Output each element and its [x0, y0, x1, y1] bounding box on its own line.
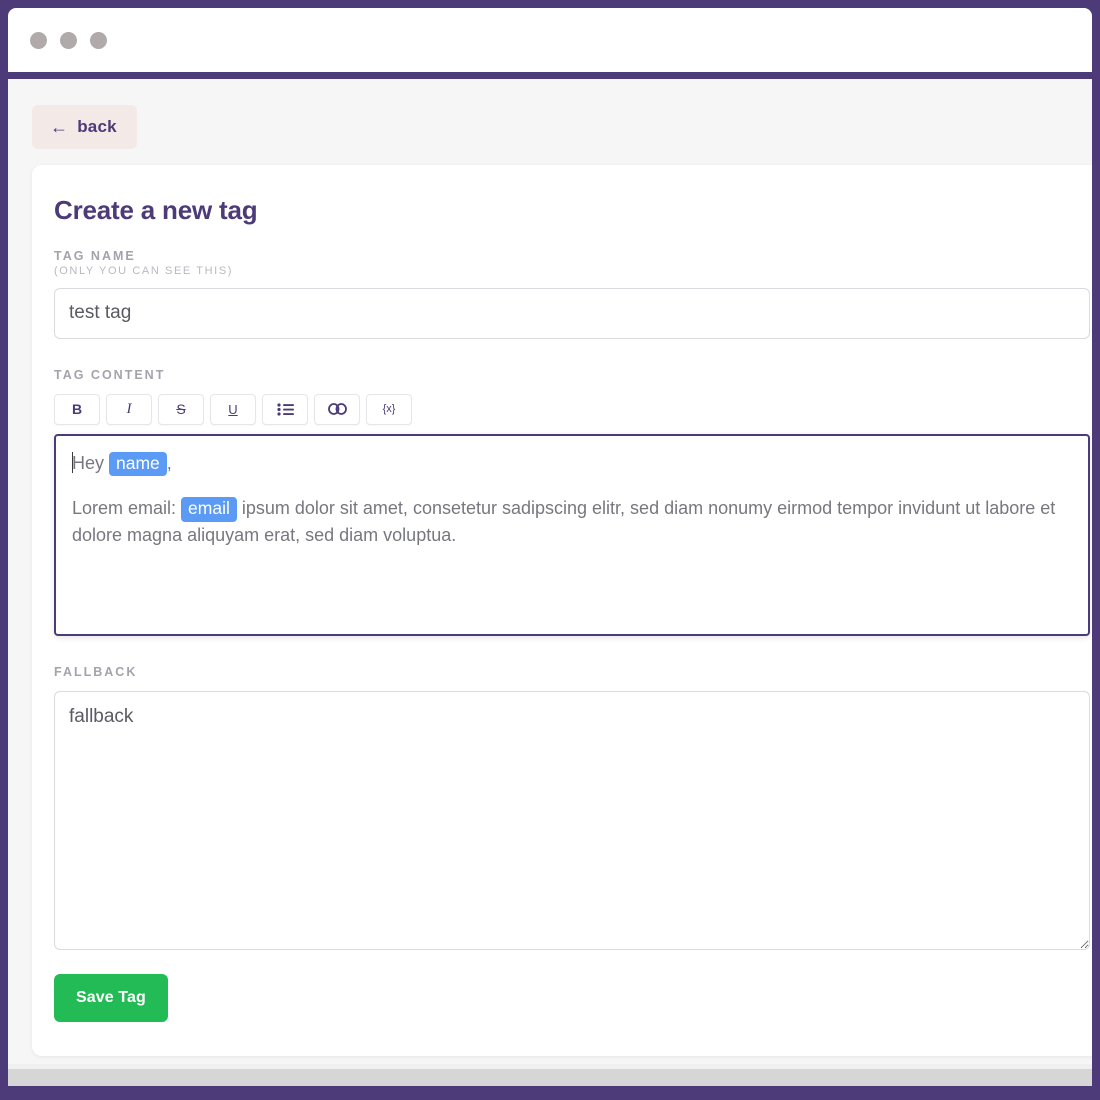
variable-token-email[interactable]: email: [181, 497, 237, 522]
italic-icon[interactable]: I: [106, 393, 152, 425]
editor-line-2-prefix: Lorem email:: [72, 498, 182, 519]
back-row: ← back: [8, 79, 1092, 165]
editor-line-1-prefix: Hey: [72, 452, 110, 473]
horizontal-scrollbar-thumb[interactable]: [8, 1069, 1092, 1086]
fallback-label: FALLBACK: [54, 664, 138, 679]
tag-content-editor[interactable]: Hey name, Lorem email: email ipsum dolor…: [54, 433, 1090, 636]
browser-titlebar: [8, 8, 1092, 72]
left-arrow-icon: ←: [50, 117, 69, 137]
tag-name-input[interactable]: [54, 287, 1090, 339]
maximize-dot[interactable]: [90, 31, 107, 49]
editor-line-1-suffix: ,: [166, 452, 172, 473]
browser-window: ← back Create a new tag TAG NAME (ONLY Y…: [0, 0, 1100, 1100]
underline-icon[interactable]: U: [210, 393, 256, 425]
minimize-dot[interactable]: [60, 31, 77, 49]
tag-content-label: TAG CONTENT: [54, 367, 166, 382]
back-button[interactable]: ← back: [32, 105, 137, 149]
fallback-textarea[interactable]: [54, 690, 1090, 950]
back-button-label: back: [77, 117, 117, 136]
bold-icon[interactable]: B: [54, 393, 100, 425]
close-dot[interactable]: [30, 31, 47, 49]
strikethrough-icon[interactable]: S: [158, 393, 204, 425]
editor-line-2: Lorem email: email ipsum dolor sit amet,…: [72, 495, 1072, 548]
page-viewport: ← back Create a new tag TAG NAME (ONLY Y…: [8, 79, 1092, 1064]
create-tag-card: Create a new tag TAG NAME (ONLY YOU CAN …: [32, 165, 1092, 1056]
tag-name-sublabel: (ONLY YOU CAN SEE THIS): [54, 264, 234, 277]
variable-braces-icon[interactable]: {x}: [366, 393, 412, 425]
editor-toolbar: B I S U {x}: [54, 393, 1090, 425]
bulleted-list-icon[interactable]: [262, 393, 308, 425]
horizontal-scrollbar[interactable]: [8, 1064, 1092, 1086]
save-tag-button[interactable]: Save Tag: [54, 973, 168, 1022]
variable-token-name[interactable]: name: [109, 451, 167, 477]
link-icon[interactable]: [314, 393, 360, 425]
editor-line-1: Hey name,: [72, 450, 1072, 477]
tag-name-label: TAG NAME: [54, 249, 136, 263]
page-content: ← back Create a new tag TAG NAME (ONLY Y…: [8, 79, 1092, 1056]
page-title: Create a new tag: [54, 195, 258, 225]
